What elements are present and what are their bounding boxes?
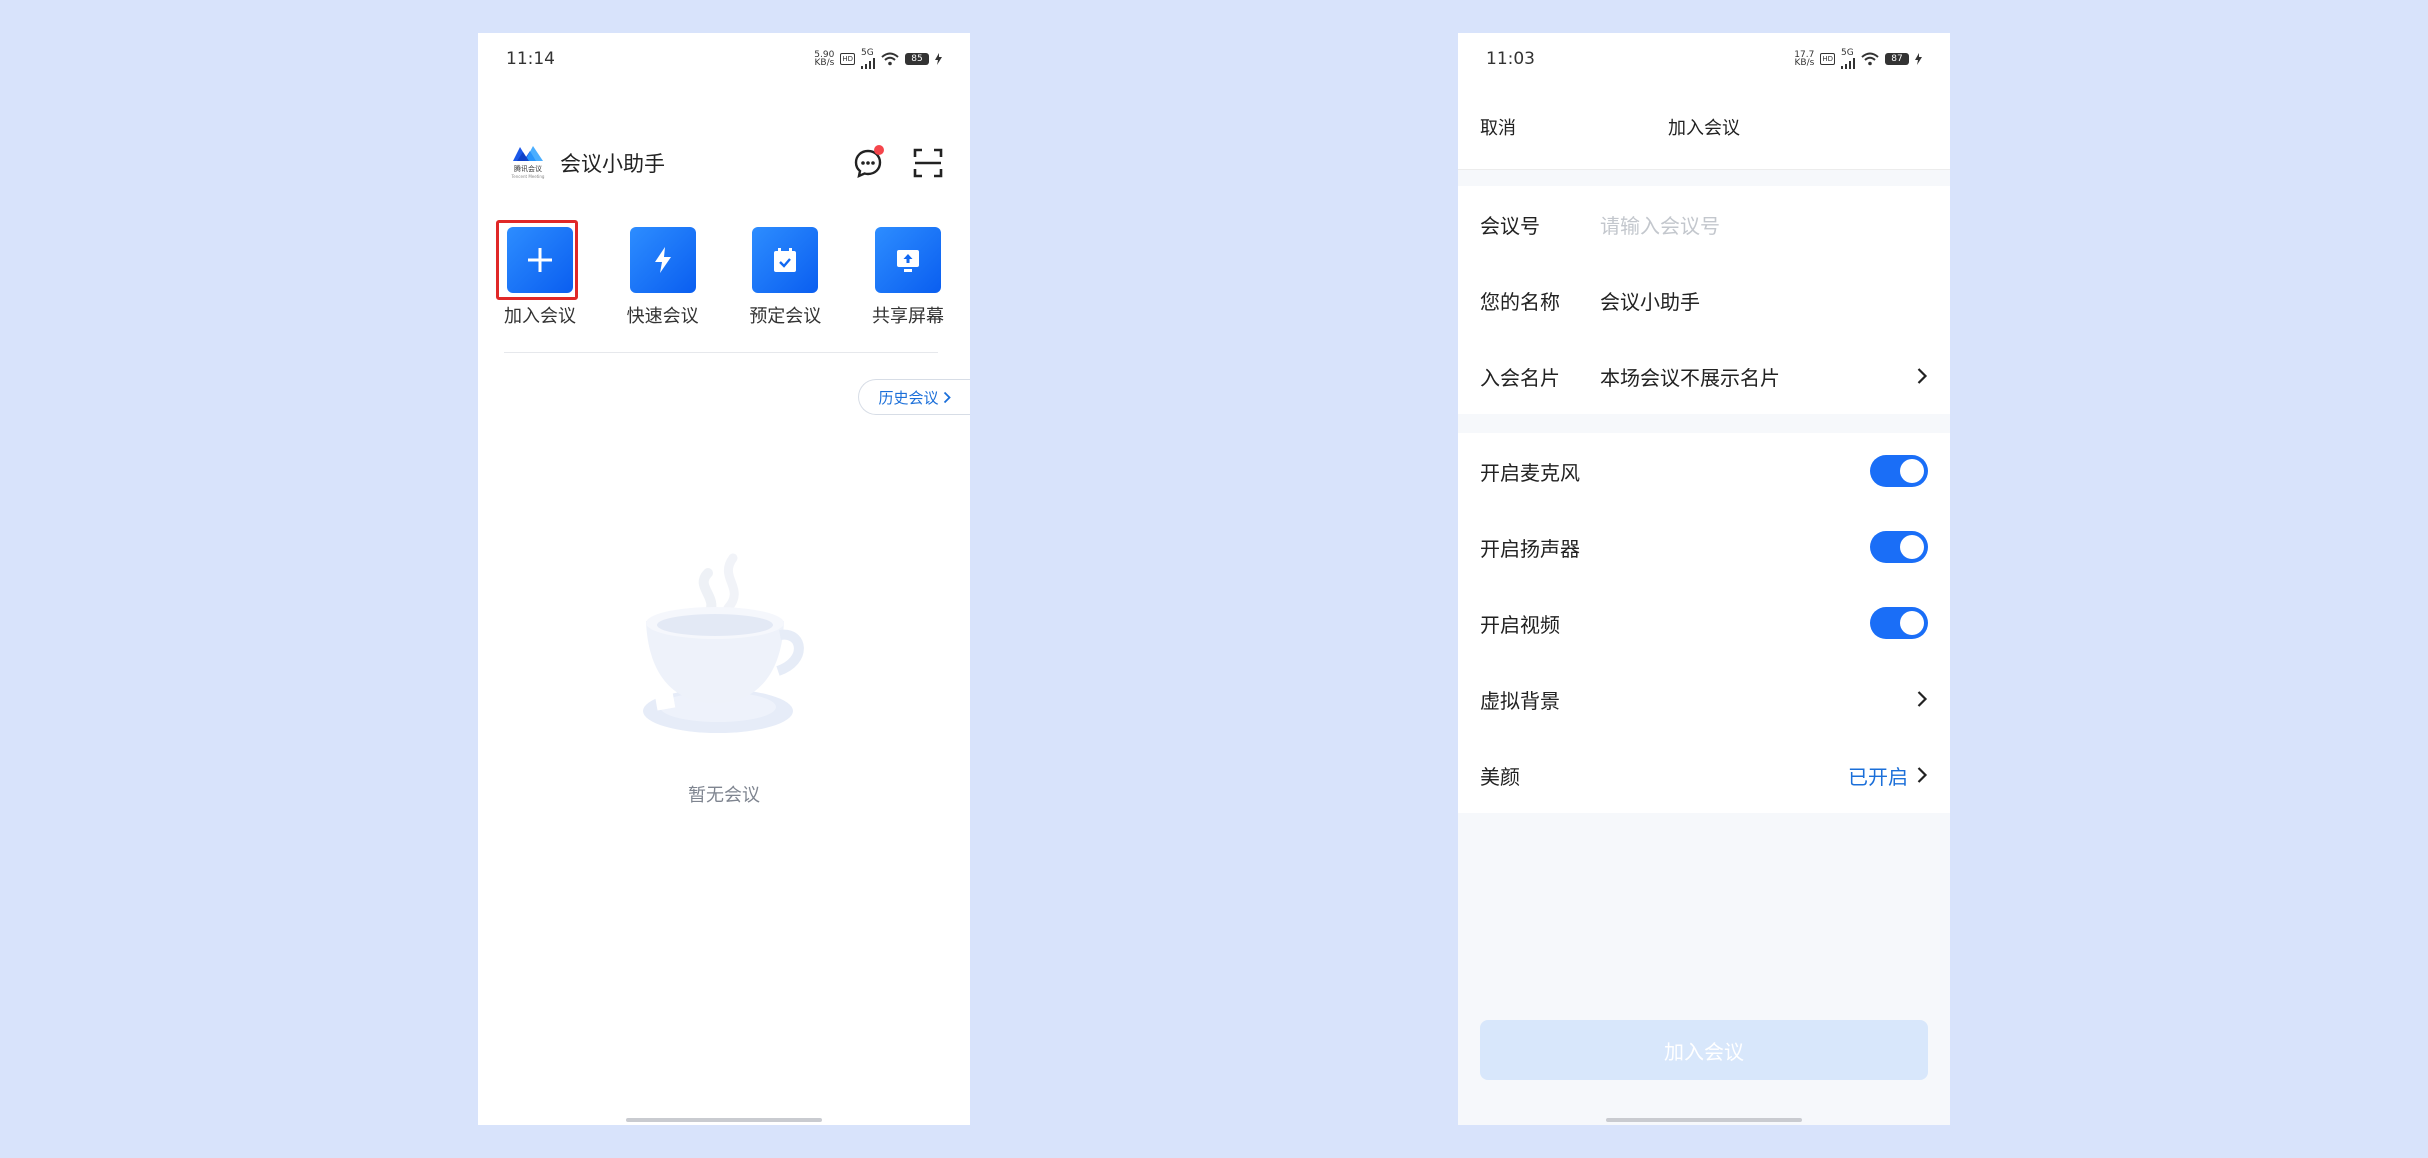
empty-coffee-cup-icon <box>643 553 804 733</box>
quick-meeting-action[interactable]: 快速会议 <box>615 227 711 328</box>
your-name-label: 您的名称 <box>1480 289 1560 314</box>
chevron-right-icon <box>1917 767 1928 783</box>
hd-icon: HD <box>840 53 855 65</box>
hd-icon: HD <box>1820 53 1835 65</box>
scan-icon <box>913 148 943 178</box>
logo-text: 腾讯会议 <box>514 165 542 173</box>
virtual-background-row[interactable]: 虚拟背景 <box>1458 661 1950 737</box>
status-bar: 11:14 5.90 KB/s HD 5G 85 <box>478 33 970 85</box>
meeting-id-label: 会议号 <box>1480 213 1540 238</box>
join-meeting-highlight-box <box>496 220 578 300</box>
logo-subtext: Tencent Meeting <box>511 174 545 179</box>
meeting-id-input[interactable]: 请输入会议号 <box>1600 210 1720 239</box>
status-bar: 11:03 17.7 KB/s HD 5G 87 <box>1458 33 1950 85</box>
charging-icon <box>935 53 942 65</box>
calendar-check-icon <box>774 248 797 272</box>
message-button[interactable] <box>852 145 884 179</box>
quick-meeting-tile[interactable] <box>629 227 696 293</box>
meeting-id-row[interactable]: 会议号 请输入会议号 <box>1458 186 1950 262</box>
virtual-background-label: 虚拟背景 <box>1480 688 1560 713</box>
tencent-meeting-logo-icon <box>513 146 543 161</box>
notification-dot <box>874 145 884 155</box>
settings-group: 开启麦克风 开启扬声器 开启视频 虚拟背景 美颜 已开启 <box>1458 433 1950 813</box>
join-meeting-button[interactable]: 加入会议 <box>1480 1020 1928 1080</box>
empty-state-text: 暂无会议 <box>688 785 760 806</box>
screen-share-icon <box>896 250 919 272</box>
status-icons: 17.7 KB/s HD 5G 87 <box>1794 49 1922 69</box>
schedule-meeting-label: 预定会议 <box>749 306 822 327</box>
share-screen-tile[interactable] <box>874 227 941 293</box>
speaker-label: 开启扬声器 <box>1480 536 1580 561</box>
history-meetings-label: 历史会议 <box>878 388 939 407</box>
microphone-label: 开启麦克风 <box>1480 460 1580 485</box>
share-screen-action[interactable]: 共享屏幕 <box>860 227 956 328</box>
your-name-input[interactable]: 会议小助手 <box>1600 286 1700 315</box>
video-label: 开启视频 <box>1480 612 1560 637</box>
microphone-toggle[interactable] <box>1870 455 1928 487</box>
lightning-icon <box>654 247 671 273</box>
beauty-status: 已开启 <box>1848 764 1908 789</box>
status-time: 11:03 <box>1486 49 1535 69</box>
schedule-meeting-tile[interactable] <box>752 227 819 293</box>
page-title: 会议小助手 <box>560 152 665 176</box>
chevron-right-icon <box>943 391 951 403</box>
beauty-label: 美颜 <box>1480 764 1520 789</box>
page-title: 加入会议 <box>1668 118 1740 139</box>
speaker-row: 开启扬声器 <box>1458 509 1950 585</box>
speaker-toggle[interactable] <box>1870 531 1928 563</box>
home-indicator[interactable] <box>1606 1118 1802 1122</box>
net-speed: 5.90 KB/s <box>814 50 835 68</box>
nav-bar: 取消 加入会议 <box>1458 85 1950 170</box>
beauty-row[interactable]: 美颜 已开启 <box>1458 737 1950 813</box>
charging-icon <box>1915 53 1922 65</box>
net-speed: 17.7 KB/s <box>1794 50 1815 68</box>
business-card-value: 本场会议不展示名片 <box>1600 365 1780 390</box>
wifi-icon <box>1861 52 1879 66</box>
business-card-label: 入会名片 <box>1480 365 1560 390</box>
your-name-row[interactable]: 您的名称 会议小助手 <box>1458 262 1950 338</box>
battery-icon: 85 <box>905 53 929 65</box>
home-screen: 11:14 5.90 KB/s HD 5G 85 腾讯会议 Tencent Me… <box>478 33 970 1125</box>
video-row: 开启视频 <box>1458 585 1950 661</box>
microphone-row: 开启麦克风 <box>1458 433 1950 509</box>
chevron-right-icon <box>1917 691 1928 707</box>
share-screen-label: 共享屏幕 <box>871 306 944 327</box>
status-time: 11:14 <box>506 49 555 69</box>
scan-button[interactable] <box>912 147 944 179</box>
signal-icon: 5G <box>1841 49 1855 69</box>
app-header: 腾讯会议 Tencent Meeting 会议小助手 <box>510 137 944 189</box>
status-icons: 5.90 KB/s HD 5G 85 <box>814 49 942 69</box>
schedule-meeting-action[interactable]: 预定会议 <box>737 227 833 328</box>
chevron-right-icon <box>1917 368 1928 384</box>
app-logo: 腾讯会议 Tencent Meeting <box>510 143 546 183</box>
business-card-row[interactable]: 入会名片 本场会议不展示名片 <box>1458 338 1950 414</box>
join-meeting-label: 加入会议 <box>504 306 576 327</box>
signal-icon: 5G <box>861 49 875 69</box>
history-meetings-button[interactable]: 历史会议 <box>858 379 970 415</box>
meeting-info-group: 会议号 请输入会议号 您的名称 会议小助手 入会名片 本场会议不展示名片 <box>1458 186 1950 414</box>
join-meeting-screen: 11:03 17.7 KB/s HD 5G 87 取消 加入会议 会议号 请输入… <box>1458 33 1950 1125</box>
video-toggle[interactable] <box>1870 607 1928 639</box>
battery-icon: 87 <box>1885 53 1909 65</box>
quick-meeting-label: 快速会议 <box>626 306 699 327</box>
divider <box>504 352 938 353</box>
home-indicator[interactable] <box>626 1118 822 1122</box>
wifi-icon <box>881 52 899 66</box>
